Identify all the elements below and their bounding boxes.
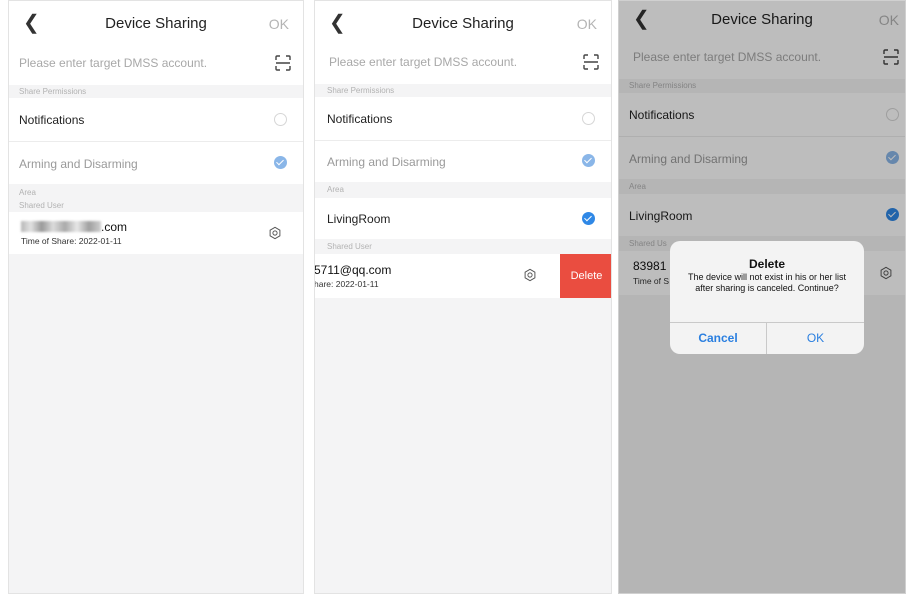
- section-headers-area-shared-user: Area Shared User: [9, 184, 303, 212]
- account-input-placeholder: Please enter target DMSS account.: [19, 56, 208, 70]
- page-title: Device Sharing: [105, 15, 207, 32]
- dialog-message: The device will not exist in his or her …: [687, 272, 847, 293]
- empty-background: [315, 298, 611, 593]
- radio-unchecked-icon[interactable]: [274, 113, 287, 126]
- nav-bar: ❮ Device Sharing OK: [9, 1, 303, 45]
- ok-button[interactable]: OK: [269, 14, 289, 34]
- page-title: Device Sharing: [412, 15, 514, 32]
- settings-icon[interactable]: [523, 268, 537, 282]
- permission-label: Notifications: [19, 113, 85, 127]
- section-header-shared-user: Shared User: [315, 239, 611, 254]
- shared-user-row-swiped[interactable]: 5711@qq.com hare: 2022-01-11: [315, 254, 558, 298]
- permission-row-arming[interactable]: Arming and Disarming: [315, 141, 611, 182]
- section-header-share-permissions: Share Permissions: [9, 85, 303, 98]
- account-input[interactable]: Please enter target DMSS account.: [315, 42, 611, 82]
- scan-icon[interactable]: [273, 53, 293, 73]
- area-label: LivingRoom: [327, 212, 391, 226]
- radio-checked-icon[interactable]: [582, 154, 595, 167]
- delete-confirm-dialog: Delete The device will not exist in his …: [670, 241, 864, 354]
- permission-label: Arming and Disarming: [327, 155, 446, 169]
- shared-user-row[interactable]: .com Time of Share: 2022-01-11: [9, 212, 303, 254]
- settings-icon[interactable]: [268, 226, 282, 240]
- screen-device-sharing-2: ❮ Device Sharing OK Please enter target …: [314, 0, 612, 594]
- permission-row-arming[interactable]: Arming and Disarming: [9, 142, 303, 184]
- area-row-livingroom[interactable]: LivingRoom: [315, 198, 611, 239]
- dialog-cancel-button[interactable]: Cancel: [670, 322, 766, 354]
- shared-user-email: .com: [21, 220, 127, 234]
- permission-label: Arming and Disarming: [19, 157, 138, 171]
- radio-checked-icon[interactable]: [274, 156, 287, 169]
- scan-icon[interactable]: [581, 52, 601, 72]
- screen-device-sharing-1: ❮ Device Sharing OK Please enter target …: [8, 0, 304, 594]
- permission-row-notifications[interactable]: Notifications: [9, 98, 303, 141]
- empty-background: [9, 254, 303, 593]
- section-header-shared-user: Shared User: [19, 201, 64, 210]
- dialog-title: Delete: [748, 257, 786, 271]
- radio-unchecked-icon[interactable]: [582, 112, 595, 125]
- permission-row-notifications[interactable]: Notifications: [315, 97, 611, 140]
- account-input-placeholder: Please enter target DMSS account.: [329, 55, 518, 69]
- redacted-email-prefix: [21, 221, 101, 232]
- section-header-area: Area: [315, 182, 611, 198]
- dialog-ok-button[interactable]: OK: [767, 322, 864, 354]
- permission-label: Notifications: [327, 112, 393, 126]
- shared-time: Time of Share: 2022-01-11: [21, 236, 122, 246]
- account-input[interactable]: Please enter target DMSS account.: [9, 43, 303, 83]
- nav-bar: ❮ Device Sharing OK: [315, 1, 611, 45]
- ok-button[interactable]: OK: [577, 14, 597, 34]
- section-header-share-permissions: Share Permissions: [315, 84, 611, 97]
- section-header-area: Area: [19, 188, 36, 197]
- delete-button[interactable]: Delete: [560, 254, 611, 298]
- screen-device-sharing-3: ❮ Device Sharing OK Please enter target …: [618, 0, 906, 594]
- radio-checked-icon[interactable]: [582, 212, 595, 225]
- shared-time: hare: 2022-01-11: [314, 279, 379, 289]
- shared-user-email: 5711@qq.com: [314, 263, 392, 277]
